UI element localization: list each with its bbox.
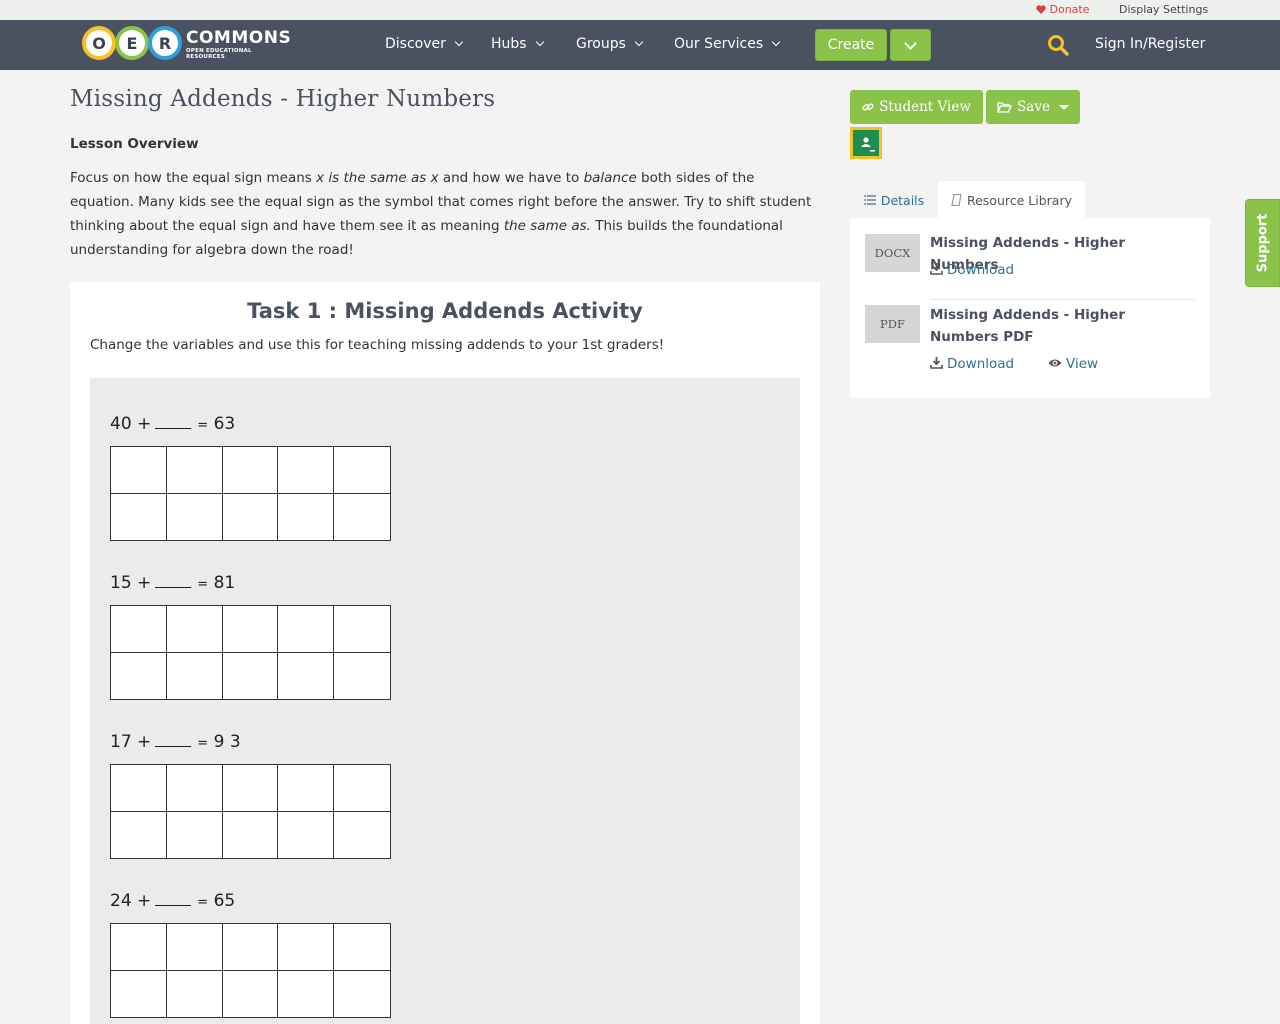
overview-text-part: and how we have to xyxy=(438,170,584,186)
overview-emphasis: x is the same as x xyxy=(316,170,439,186)
tab-resource-library[interactable]: Resource Library xyxy=(938,181,1085,219)
problem-addend: 24 + xyxy=(110,891,152,911)
chevron-down-icon xyxy=(904,37,917,50)
eye-icon xyxy=(1048,359,1062,367)
logo-letter-r: R xyxy=(148,26,182,60)
chevron-down-icon xyxy=(634,37,644,47)
google-classroom-icon xyxy=(853,130,879,156)
logo-letter-e: E xyxy=(115,26,149,60)
nav-discover-label: Discover xyxy=(385,36,446,52)
support-label: Support xyxy=(1255,213,1270,273)
problem-addend: 17 + xyxy=(110,732,152,752)
problem-equation: 40 + = 63 xyxy=(110,414,235,434)
problem-sum: 65 xyxy=(213,891,236,911)
download-link[interactable]: Download xyxy=(930,262,1014,278)
page-title: Missing Addends - Higher Numbers xyxy=(70,86,496,112)
equals-sign: = xyxy=(197,895,209,910)
folder-open-icon xyxy=(997,101,1013,113)
heart-icon xyxy=(1036,5,1046,14)
divider xyxy=(930,299,1195,300)
problem-addend: 40 + xyxy=(110,414,152,434)
nav-hubs[interactable]: Hubs xyxy=(491,36,544,52)
sign-in-register-link[interactable]: Sign In/Register xyxy=(1095,36,1205,52)
task-title: Task 1 : Missing Addends Activity xyxy=(247,299,643,323)
problem-equation: 17 + = 9 3 xyxy=(110,732,241,752)
tab-details-label: Details xyxy=(880,192,925,208)
ten-frame xyxy=(110,923,391,1018)
nav-our-services[interactable]: Our Services xyxy=(674,36,781,52)
nav-our-services-label: Our Services xyxy=(674,36,764,52)
logo-letter-o: O xyxy=(82,26,116,60)
google-classroom-share-button[interactable] xyxy=(850,127,882,159)
nav-discover[interactable]: Discover xyxy=(385,36,464,52)
download-label: Download xyxy=(947,262,1015,278)
chevron-down-icon xyxy=(535,37,544,47)
problem-sum: 81 xyxy=(213,573,236,593)
download-label: Download xyxy=(947,356,1015,372)
problem-addend: 15 + xyxy=(110,573,152,593)
problem-equation: 15 + = 81 xyxy=(110,573,235,593)
logo-tagline: OPEN EDUCATIONAL RESOURCES xyxy=(186,48,252,60)
view-label: View xyxy=(1066,356,1099,372)
nav-groups-label: Groups xyxy=(576,36,626,52)
search-icon[interactable] xyxy=(1047,34,1069,56)
create-button[interactable]: Create xyxy=(815,29,887,61)
problem-sum: 63 xyxy=(213,414,236,434)
download-icon xyxy=(930,263,943,275)
tab-resource-library-label: Resource Library xyxy=(966,192,1072,208)
task-description: Change the variables and use this for te… xyxy=(90,337,665,353)
download-icon xyxy=(930,357,943,369)
file-type-thumbnail: DOCX xyxy=(865,234,920,272)
list-icon xyxy=(863,195,876,205)
main-navbar: O E R COMMONS OPEN EDUCATIONAL RESOURCES… xyxy=(0,20,1280,70)
ten-frame xyxy=(110,605,391,700)
equals-sign: = xyxy=(197,577,209,592)
nav-hubs-label: Hubs xyxy=(491,36,527,52)
tab-details[interactable]: Details xyxy=(850,182,938,218)
student-view-button[interactable]: Student View xyxy=(850,90,983,124)
book-icon xyxy=(951,194,962,206)
problem-equation: 24 + = 65 xyxy=(110,891,235,911)
chevron-down-icon xyxy=(771,37,781,47)
create-dropdown-button[interactable] xyxy=(890,29,931,61)
equals-sign: = xyxy=(197,418,209,433)
donate-label: Donate xyxy=(1049,3,1090,16)
equals-sign: = xyxy=(197,736,209,751)
worksheet-image: 40 + = 63 15 + = 81 17 + = 9 3 24 + = 65 xyxy=(90,378,800,1024)
overview-emphasis: balance xyxy=(583,170,637,186)
answer-blank xyxy=(155,415,192,429)
utility-bar: Donate Display Settings xyxy=(0,0,1280,20)
chevron-down-icon xyxy=(454,37,464,47)
answer-blank xyxy=(155,574,192,588)
oer-commons-logo[interactable]: O E R COMMONS OPEN EDUCATIONAL RESOURCES xyxy=(82,26,292,60)
nav-groups[interactable]: Groups xyxy=(576,36,644,52)
logo-wordmark: COMMONS xyxy=(186,28,292,48)
caret-down-icon xyxy=(1058,104,1069,110)
lesson-overview-heading: Lesson Overview xyxy=(70,136,199,152)
display-settings-link[interactable]: Display Settings xyxy=(1119,3,1208,16)
lesson-overview-text: Focus on how the equal sign means x is t… xyxy=(70,166,822,262)
task-card: Task 1 : Missing Addends Activity Change… xyxy=(70,282,820,1024)
save-label: Save xyxy=(1017,99,1050,115)
file-name[interactable]: Missing Addends - Higher Numbers PDF xyxy=(930,304,1190,348)
overview-emphasis: the same as. xyxy=(503,218,591,234)
link-icon xyxy=(862,103,874,111)
download-link[interactable]: Download xyxy=(930,356,1014,372)
answer-blank xyxy=(155,892,192,906)
save-button[interactable]: Save xyxy=(986,90,1080,124)
student-view-label: Student View xyxy=(879,99,971,115)
donate-link[interactable]: Donate xyxy=(1036,3,1090,16)
support-tab[interactable]: Support xyxy=(1245,199,1280,287)
resource-library-panel: DOCX Missing Addends - Higher Numbers Do… xyxy=(850,218,1210,398)
ten-frame xyxy=(110,446,391,541)
view-link[interactable]: View xyxy=(1048,356,1098,372)
answer-blank xyxy=(155,733,192,747)
problem-sum: 9 3 xyxy=(213,732,241,752)
file-type-thumbnail: PDF xyxy=(865,305,920,343)
ten-frame xyxy=(110,764,391,859)
overview-text-part: Focus on how the equal sign means xyxy=(70,170,317,186)
